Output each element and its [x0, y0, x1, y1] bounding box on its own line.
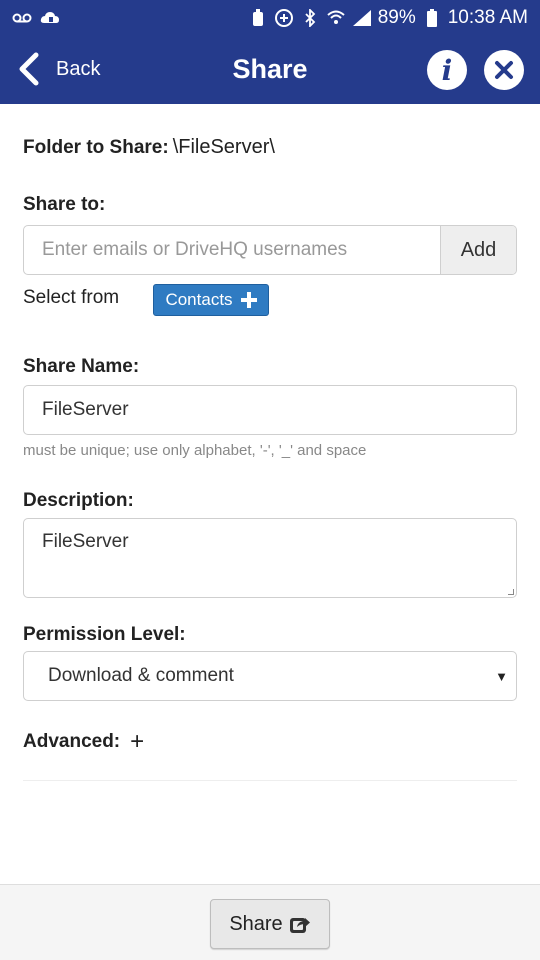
- folder-label: Folder to Share:: [23, 137, 169, 158]
- battery-percent: 89%: [377, 7, 416, 28]
- permission-label: Permission Level:: [23, 624, 186, 645]
- add-button[interactable]: Add: [440, 226, 516, 274]
- battery-icon: [422, 8, 442, 28]
- advanced-label: Advanced:: [23, 731, 121, 752]
- share-to-label: Share to:: [23, 194, 106, 215]
- folder-to-share: Folder to Share: \FileServer\: [23, 136, 275, 159]
- description-textarea[interactable]: FileServer: [23, 518, 517, 598]
- divider: [23, 780, 517, 781]
- plus-icon: [240, 292, 257, 308]
- description-label: Description:: [23, 490, 134, 511]
- permission-value: Download & comment: [48, 665, 234, 686]
- advanced-toggle[interactable]: Advanced: +: [23, 728, 144, 756]
- share-to-input[interactable]: Enter emails or DriveHQ usernames: [24, 226, 440, 274]
- select-from-label: Select from: [23, 287, 120, 308]
- permission-select[interactable]: Download & comment ▼: [23, 651, 517, 701]
- data-saver-icon: [274, 8, 294, 28]
- folder-path: \FileServer\: [172, 136, 275, 158]
- cloud-sync-icon: [40, 8, 60, 28]
- info-button[interactable]: i: [427, 50, 467, 90]
- expand-plus-icon: +: [130, 728, 145, 755]
- app-header: Back Share i: [0, 36, 540, 104]
- share-to-group: Enter emails or DriveHQ usernames Add: [23, 225, 517, 275]
- resize-handle-icon[interactable]: [508, 589, 514, 595]
- dropdown-arrow-icon: ▼: [495, 669, 508, 684]
- contacts-label: Contacts: [165, 290, 233, 309]
- share-button-label: Share: [229, 912, 283, 935]
- share-external-icon: [289, 918, 310, 933]
- close-icon: [495, 61, 513, 79]
- share-name-hint: must be unique; use only alphabet, '-', …: [23, 442, 367, 459]
- contacts-button[interactable]: Contacts: [153, 284, 269, 316]
- bluetooth-icon: [300, 8, 320, 28]
- signal-icon: [352, 8, 372, 28]
- wifi-icon: [326, 8, 346, 28]
- clock: 10:38 AM: [447, 7, 528, 28]
- info-icon: i: [441, 53, 453, 87]
- description-text: FileServer: [42, 531, 129, 552]
- voicemail-icon: [12, 8, 32, 28]
- share-button[interactable]: Share: [210, 899, 330, 949]
- status-bar: 89% 10:38 AM: [0, 0, 540, 36]
- share-name-label: Share Name:: [23, 356, 140, 377]
- share-name-input[interactable]: FileServer: [23, 385, 517, 435]
- recycle-icon: [248, 8, 268, 28]
- bottom-bar: Share: [0, 884, 540, 960]
- close-button[interactable]: [484, 50, 524, 90]
